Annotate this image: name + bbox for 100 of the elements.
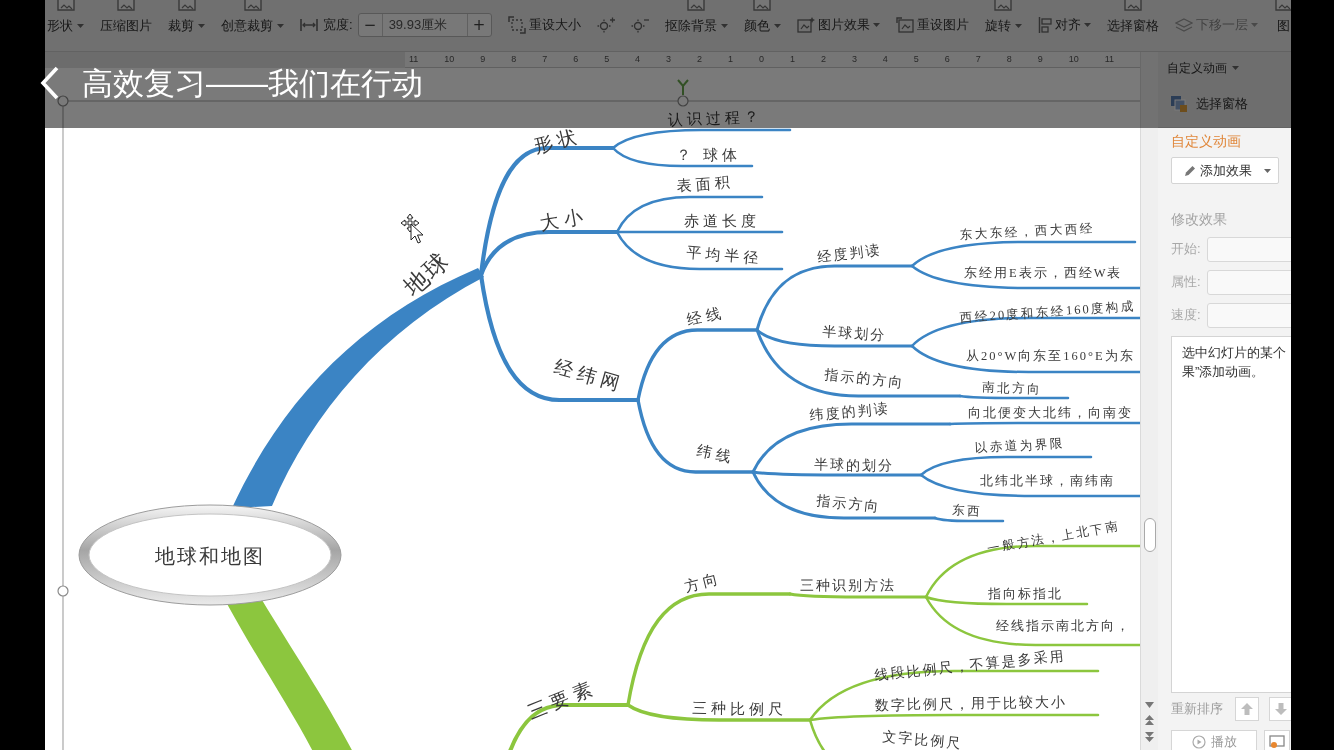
width-input[interactable]: 39.93厘米	[382, 14, 467, 36]
topic-label: 平均半径	[685, 244, 763, 267]
topic-label: 一般方法，上北下南	[986, 518, 1122, 556]
topic-label: 赤道长度	[684, 213, 760, 229]
topic-label: 东西	[951, 503, 983, 519]
toolbar-button[interactable]: 对齐	[1037, 16, 1091, 34]
ruler-number: 2	[697, 53, 703, 66]
ruler-number: 5	[913, 53, 919, 66]
topic-label: 大小	[538, 204, 589, 234]
scroll-thumb[interactable]	[1143, 518, 1156, 552]
toolbar-button[interactable]: 重设图片	[895, 16, 969, 34]
topic-label: 南北方向	[981, 380, 1043, 397]
topic-label: 三种识别方法	[800, 578, 896, 593]
select-field[interactable]	[1207, 236, 1291, 262]
section-label: 修改效果	[1171, 210, 1227, 229]
ruler-number: 1	[728, 53, 734, 66]
topic-label: 三种比例尺	[691, 700, 788, 718]
topic-label: 地球	[398, 246, 455, 301]
ruler-number: 11	[1104, 53, 1114, 66]
resize-handle[interactable]	[57, 585, 69, 597]
topic-label: 经度判读	[816, 242, 882, 265]
menu-button[interactable]: 自定义动画	[1167, 59, 1239, 77]
increase-button[interactable]: +	[466, 14, 491, 36]
topic-label: 数字比例尺，用于比较大小	[874, 694, 1067, 713]
play-button[interactable]: 播放	[1171, 730, 1257, 750]
width-stepper[interactable]: − 39.93厘米 +	[357, 13, 492, 37]
double-caret-up-icon[interactable]	[1145, 715, 1154, 725]
topic-label: 半球划分	[821, 324, 887, 344]
root-topic-label: 地球和地图	[155, 545, 265, 567]
add-effect-button[interactable]: 添加效果	[1171, 157, 1279, 184]
topic-label: 线段比例尺，不算是多采用	[873, 648, 1067, 683]
ruler-number: 8	[511, 53, 517, 66]
topic-label: 表面积	[676, 174, 735, 194]
ruler-number: 6	[573, 53, 579, 66]
topic-label: 认识过程？	[667, 108, 764, 128]
ruler-number: 4	[882, 53, 888, 66]
topic-label: 指示的方向	[823, 367, 905, 391]
selection-pane-button[interactable]: 选择窗格	[1167, 94, 1248, 114]
topic-label: 向北便变大北纬，向南变	[968, 406, 1133, 420]
ruler-number: 2	[820, 53, 826, 66]
picture-corner-icon	[895, 17, 914, 33]
topic-label: 半球的划分	[813, 457, 895, 474]
select-field[interactable]	[1207, 269, 1291, 295]
topic-label: 从20°W向东至160°E为东	[966, 349, 1135, 363]
caret-icon	[1232, 66, 1239, 70]
topic-label: 北纬北半球，南纬南	[980, 474, 1115, 488]
width-arrows-icon	[300, 17, 318, 33]
slideshow-button[interactable]	[1264, 730, 1290, 750]
play-circle-icon	[1191, 735, 1206, 749]
caret-icon	[1264, 168, 1271, 173]
ruler-number: 3	[666, 53, 672, 66]
move-cursor-icon	[400, 213, 424, 244]
arrow-down-icon	[1274, 702, 1288, 716]
back-icon[interactable]	[40, 66, 60, 100]
pane-title: 自定义动画	[1171, 132, 1241, 151]
brightness-button[interactable]	[630, 17, 649, 33]
ruler-number: 6	[944, 53, 950, 66]
move-down-button[interactable]	[1269, 697, 1291, 721]
ruler-number: 3	[851, 53, 857, 66]
topic-label: ？ 球体	[676, 147, 741, 163]
sun-minus-icon	[630, 17, 649, 33]
rotate-handle[interactable]	[677, 79, 689, 96]
ruler-number: 7	[975, 53, 981, 66]
field-label: 宽度:	[323, 16, 353, 34]
topic-label: 东大东经，西大西经	[959, 220, 1095, 242]
toolbar-button[interactable]: 重设大小	[507, 16, 581, 34]
ruler-number: 8	[1006, 53, 1012, 66]
ruler-number: 11	[409, 53, 419, 66]
topic-label: 经线	[685, 304, 726, 328]
topic-label: 指示方向	[815, 493, 881, 515]
ruler-number: 9	[480, 53, 486, 66]
field-label: 速度:	[1171, 306, 1202, 324]
move-up-button[interactable]	[1235, 697, 1259, 721]
topic-label: 形状	[531, 124, 584, 157]
topic-label: 三要素	[524, 676, 600, 723]
brightness-button[interactable]	[596, 17, 615, 33]
select-field[interactable]	[1207, 302, 1291, 328]
ruler-number: 4	[635, 53, 641, 66]
topic-label: 以赤道为界限	[974, 436, 1066, 455]
topic-label: 东经用E表示，西经W表	[964, 266, 1123, 280]
resize-handle[interactable]	[677, 95, 689, 107]
ruler-number: 5	[604, 53, 610, 66]
ruler-number: 7	[542, 53, 548, 66]
hint-text: 选中幻灯片的某个 果”添加动画。	[1182, 344, 1286, 381]
topic-label: 指向标指北	[988, 587, 1063, 601]
decrease-button[interactable]: −	[358, 14, 383, 36]
topic-label: 纬度的判读	[808, 401, 890, 423]
arrow-up-icon	[1240, 702, 1254, 716]
ruler-number: 10	[1068, 53, 1079, 66]
toolbar-button[interactable]: 图片效果	[796, 16, 880, 34]
ruler-number: 1	[789, 53, 795, 66]
layers-icon	[1174, 18, 1193, 32]
resize-icon	[507, 16, 526, 34]
resize-handle[interactable]	[57, 95, 69, 107]
double-caret-down-icon[interactable]	[1145, 732, 1154, 742]
field-label: 属性:	[1171, 273, 1202, 291]
ruler-number: 0	[759, 53, 764, 66]
topic-label: 经线指示南北方向，	[996, 619, 1131, 633]
caret-down-icon[interactable]	[1145, 702, 1154, 708]
stacked-squares-icon	[1170, 95, 1188, 113]
